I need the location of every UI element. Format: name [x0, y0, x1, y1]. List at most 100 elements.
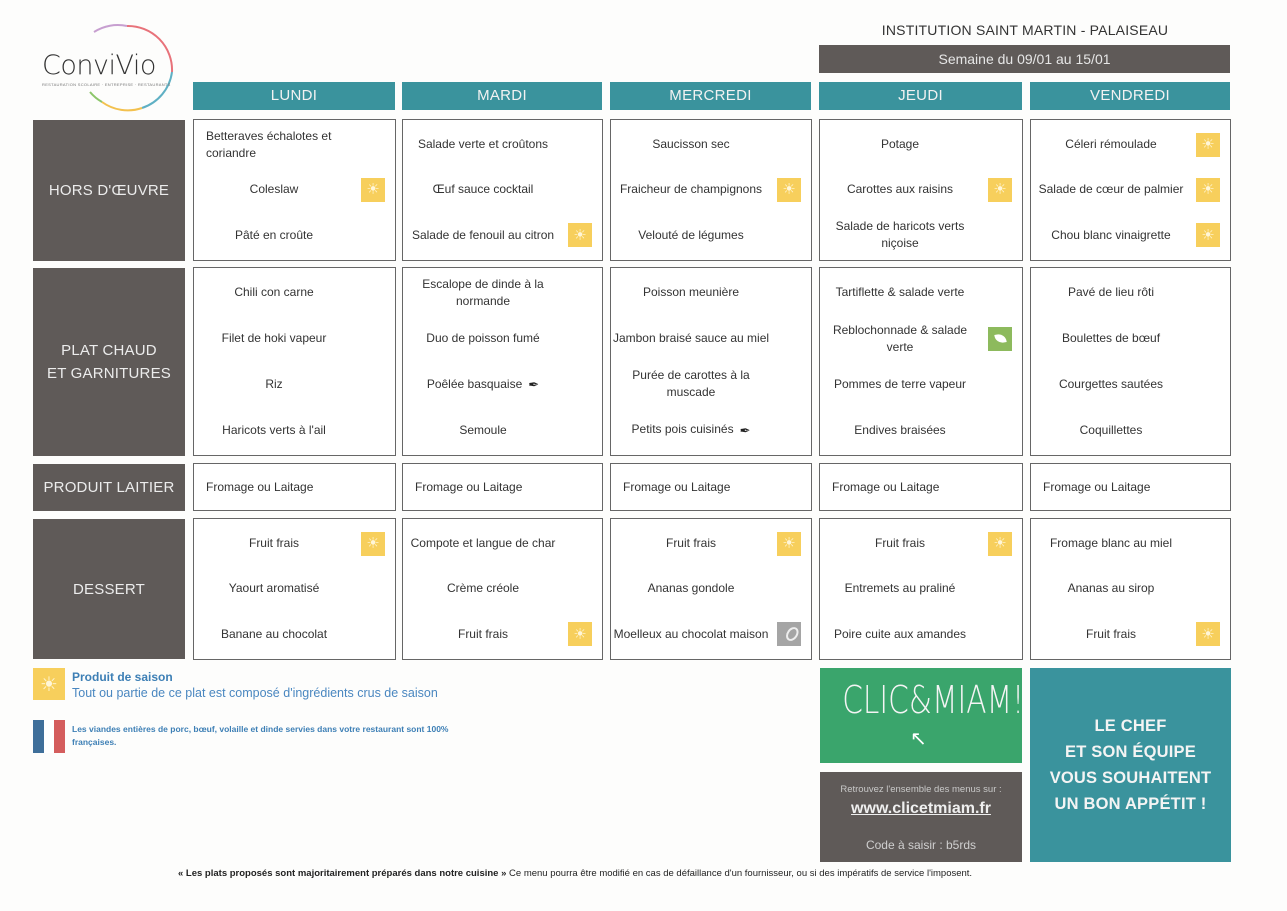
- chef-message-line: LE CHEF: [1094, 717, 1167, 735]
- cell-dessert-mercredi: Fruit frais Ananas gondole Moelleux au cho…: [610, 518, 812, 660]
- dish-item: Tartiflette & salade verte: [820, 276, 1022, 310]
- sun-icon: [361, 531, 385, 556]
- dish-item: Salade de cœur de palmier: [1031, 173, 1230, 207]
- dish-name: Fruit frais: [457, 626, 508, 641]
- dish-item: Céleri rémoulade: [1031, 128, 1230, 162]
- whisk-icon: [777, 622, 801, 647]
- dish-item: Fruit frais: [194, 527, 395, 561]
- sun-icon: [568, 622, 592, 647]
- dish-name: Fromage ou Laitage: [1043, 480, 1151, 494]
- legend-season-description: Tout ou partie de ce plat est composé d'…: [72, 686, 438, 700]
- dish-item: Velouté de légumes: [611, 218, 811, 252]
- dish-item: Œuf sauce cocktail: [403, 173, 602, 207]
- clicmiam-info-text: Retrouvez l'ensemble des menus sur :: [840, 784, 1002, 795]
- dish-name: Œuf sauce cocktail: [432, 182, 534, 197]
- clicmiam-banner: CLIC&MIAM! ↖: [820, 668, 1024, 763]
- sun-icon: [988, 531, 1012, 556]
- cell-produit-laitier-mardi: Fromage ou Laitage: [402, 463, 603, 511]
- dish-item: Riz: [194, 367, 395, 401]
- dish-name: Courgettes sautées: [1058, 376, 1164, 391]
- season-sun-icon: [33, 668, 65, 700]
- cell-hors-doeuvre-vendredi: Céleri rémoulade Salade de cœur de palmie…: [1030, 119, 1231, 261]
- sun-icon: [361, 177, 385, 202]
- dish-name: Petits pois cuisinés: [631, 422, 734, 437]
- dish-item: Salade de fenouil au citron: [403, 218, 602, 252]
- row-label-text: DESSERT: [73, 580, 145, 598]
- dish-name: Entremets au praliné: [844, 581, 956, 596]
- dish-item: Poire cuite aux amandes: [820, 617, 1022, 651]
- dish-name: Saucisson sec: [652, 137, 730, 152]
- dish-name: Fruit frais: [874, 536, 925, 551]
- sun-icon: [1196, 223, 1220, 248]
- clicmiam-code: Code à saisir : b5rds: [865, 838, 977, 852]
- french-flag-icon: [33, 720, 66, 753]
- dish-name: Salade de fenouil au citron: [411, 227, 555, 242]
- footer-note: « Les plats proposés sont majoritairemen…: [178, 868, 972, 879]
- dish-item: Duo de poisson fumé: [403, 322, 602, 356]
- week-range: Semaine du 09/01 au 15/01: [819, 45, 1230, 73]
- dish-name: Coquillettes: [1079, 422, 1143, 437]
- dish-item: Compote et langue de char: [403, 527, 602, 561]
- dish-item: Salade de haricots verts niçoise: [820, 218, 1022, 252]
- dish-name: Ananas gondole: [647, 581, 735, 596]
- dish-item: Jambon braisé sauce au miel: [611, 322, 811, 356]
- dish-item: Carottes aux raisins: [820, 173, 1022, 207]
- dish-name: Boulettes de bœuf: [1061, 331, 1161, 346]
- day-header-lundi: LUNDI: [193, 82, 395, 110]
- cell-dessert-mardi: Compote et langue de char Crème créole Fru…: [402, 518, 603, 660]
- dish-name: Duo de poisson fumé: [426, 331, 540, 346]
- dish-item: Banane au chocolat: [194, 617, 395, 651]
- dish-name: Fromage ou Laitage: [832, 480, 940, 494]
- dish-name: Purée de carottes à la muscade: [632, 368, 750, 400]
- dish-item: Filet de hoki vapeur: [194, 322, 395, 356]
- dish-name: Betteraves échalotes et coriandre: [206, 128, 332, 160]
- row-label-text-line1: PLAT CHAUD: [61, 342, 157, 359]
- dish-item: Potage: [820, 128, 1022, 162]
- sun-icon: [777, 177, 801, 202]
- chef-message-line: ET SON ÉQUIPE: [1065, 743, 1196, 761]
- dish-item: Ananas gondole: [611, 572, 811, 606]
- dish-item: Pommes de terre vapeur: [820, 367, 1022, 401]
- chef-message-line: UN BON APPÉTIT !: [1054, 795, 1207, 813]
- dish-item: Fraicheur de champignons: [611, 173, 811, 207]
- row-label-produit-laitier: PRODUIT LAITIER: [33, 464, 185, 511]
- row-label-hors-doeuvre: HORS D'ŒUVRE: [33, 120, 185, 261]
- cell-dessert-jeudi: Fruit frais Entremets au praliné Poire cui…: [819, 518, 1023, 660]
- cell-plat-chaud-lundi: Chili con carne Filet de hoki vapeur Riz Ha…: [193, 267, 396, 456]
- cell-hors-doeuvre-lundi: Betteraves échalotes et coriandre Colesla…: [193, 119, 396, 261]
- day-header-jeudi: JEUDI: [819, 82, 1022, 110]
- dish-item: Pavé de lieu rôti: [1031, 276, 1230, 310]
- clicmiam-info: Retrouvez l'ensemble des menus sur : www…: [820, 772, 1022, 862]
- dish-item: Boulettes de bœuf: [1031, 322, 1230, 356]
- logo-text: ConviVio: [42, 50, 156, 81]
- dish-item: Fruit frais: [820, 527, 1022, 561]
- cell-produit-laitier-vendredi: Fromage ou Laitage: [1030, 463, 1231, 511]
- dish-name: Fromage ou Laitage: [206, 480, 314, 494]
- row-label-text: PRODUIT LAITIER: [43, 479, 175, 496]
- dish-name: Chili con carne: [234, 285, 314, 300]
- row-label-text-line2: ET GARNITURES: [46, 365, 171, 382]
- dish-name: Fruit frais: [1085, 626, 1136, 641]
- institution-name: INSTITUTION SAINT MARTIN - PALAISEAU: [881, 22, 1169, 38]
- dish-name: Fromage blanc au miel: [1049, 536, 1173, 551]
- dish-name: Escalope de dinde à la normande: [422, 276, 544, 308]
- day-header-vendredi: VENDREDI: [1030, 82, 1230, 110]
- dish-item: Pâté en croûte: [194, 218, 395, 252]
- dish-name: Poêlée basquaise: [426, 376, 523, 391]
- dish-item: Endives braisées: [820, 413, 1022, 447]
- dish-name: Reblochonnade & salade verte: [832, 322, 968, 354]
- dish-name: Potage: [880, 137, 920, 152]
- dish-name: Salade de cœur de palmier: [1038, 182, 1184, 197]
- sun-icon: [777, 531, 801, 556]
- dish-name: Haricots verts à l'ail: [222, 422, 326, 437]
- dish-item: Fruit frais: [611, 527, 811, 561]
- dish-name: Coleslaw: [249, 182, 299, 197]
- dish-item: Entremets au praliné: [820, 572, 1022, 606]
- cell-plat-chaud-mercredi: Poisson meunière Jambon braisé sauce au m…: [610, 267, 812, 456]
- clicmiam-link[interactable]: www.clicetmiam.fr: [820, 800, 1022, 818]
- pen-icon: ✒: [739, 422, 751, 438]
- dish-item: Moelleux au chocolat maison: [611, 617, 811, 651]
- day-header-mercredi: MERCREDI: [610, 82, 811, 110]
- dish-name: Céleri rémoulade: [1065, 137, 1157, 152]
- dish-name: Fruit frais: [248, 536, 299, 551]
